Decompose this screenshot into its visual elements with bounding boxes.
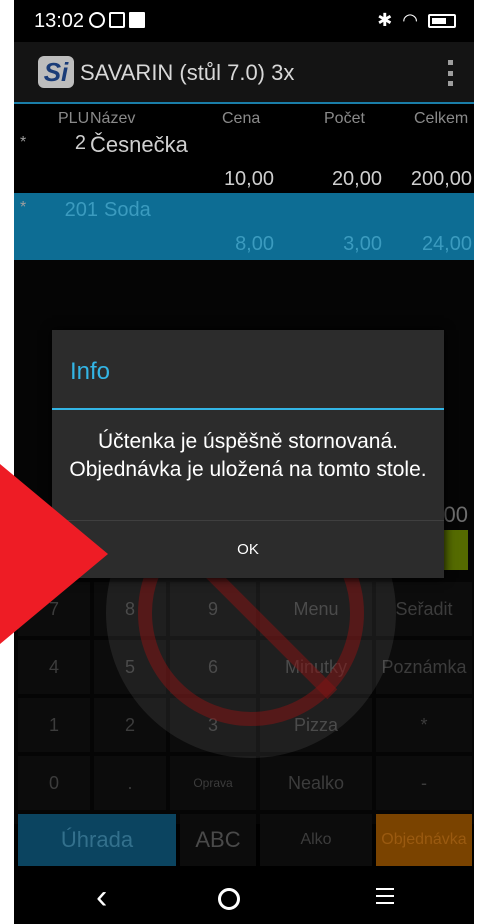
key-nealko[interactable]: Nealko xyxy=(260,756,372,810)
status-notification-icons xyxy=(89,12,145,28)
row-count: 3,00 xyxy=(343,233,382,255)
dialog-title-divider xyxy=(52,408,444,410)
row-plu: 201 xyxy=(64,199,98,221)
col-name: Název xyxy=(90,110,136,127)
row-total: 200,00 xyxy=(410,168,472,190)
recent-apps-icon[interactable] xyxy=(376,888,394,904)
key-1[interactable]: 1 xyxy=(18,698,90,752)
status-time: 13:02 xyxy=(34,10,85,32)
row-star: * xyxy=(20,134,27,151)
phone-screen: 13:02 ✱ ◠ Si SAVARIN (stůl 7.0) 3x PLU N… xyxy=(14,0,474,924)
key-star[interactable]: * xyxy=(376,698,472,752)
home-icon[interactable] xyxy=(218,888,240,910)
row-star: * xyxy=(20,199,27,216)
row-total: 24,00 xyxy=(421,233,472,255)
key-4[interactable]: 4 xyxy=(18,640,90,694)
app-notification-icon xyxy=(109,12,125,28)
order-button[interactable]: Objednávka xyxy=(376,814,472,866)
status-bar: 13:02 ✱ ◠ xyxy=(14,0,474,42)
overflow-menu-icon[interactable] xyxy=(448,60,454,86)
app-logo: Si xyxy=(38,56,74,88)
ok-button[interactable]: OK xyxy=(52,521,444,578)
square-notification-icon xyxy=(129,12,145,28)
app-title: SAVARIN (stůl 7.0) 3x xyxy=(80,60,295,85)
wifi-icon: ◠ xyxy=(402,10,418,30)
key-minus[interactable]: - xyxy=(376,756,472,810)
info-dialog: Info Účtenka je úspěšně stornovaná. Obje… xyxy=(52,330,444,578)
abc-button[interactable]: ABC xyxy=(180,814,256,866)
dialog-message: Účtenka je úspěšně stornovaná. Objednávk… xyxy=(69,430,427,481)
app-bar: Si SAVARIN (stůl 7.0) 3x xyxy=(14,42,474,104)
col-total: Celkem xyxy=(414,110,469,127)
red-arrow-annotation xyxy=(0,464,108,644)
navigation-bar: ‹ xyxy=(14,868,474,924)
status-system-icons: ✱ ◠ xyxy=(377,10,456,31)
alko-button[interactable]: Alko xyxy=(260,814,372,866)
battery-icon xyxy=(428,13,456,28)
back-icon[interactable]: ‹ xyxy=(96,878,107,917)
table-row[interactable]: * 2 Česnečka 10,00 20,00 200,00 xyxy=(14,130,474,192)
row-name: Česnečka xyxy=(90,132,188,157)
key-oprava[interactable]: Oprava xyxy=(170,756,256,810)
dialog-title: Info xyxy=(70,358,111,385)
col-plu: PLU xyxy=(58,110,90,127)
table-header: PLU Název Cena Počet Celkem xyxy=(14,106,474,130)
row-price: 10,00 xyxy=(223,168,274,190)
row-count: 20,00 xyxy=(331,168,382,190)
table-row-selected[interactable]: * 201 Soda 8,00 3,00 24,00 xyxy=(14,193,474,261)
row-plu: 2 xyxy=(74,132,86,154)
pay-button[interactable]: Úhrada xyxy=(18,814,176,866)
row-name: Soda xyxy=(104,199,151,221)
bluetooth-icon: ✱ xyxy=(377,10,393,30)
row-price: 8,00 xyxy=(235,233,274,255)
key-dot[interactable]: . xyxy=(94,756,166,810)
col-price: Cena xyxy=(222,110,261,127)
key-0[interactable]: 0 xyxy=(18,756,90,810)
col-count: Počet xyxy=(324,110,365,127)
cast-icon xyxy=(89,12,105,28)
